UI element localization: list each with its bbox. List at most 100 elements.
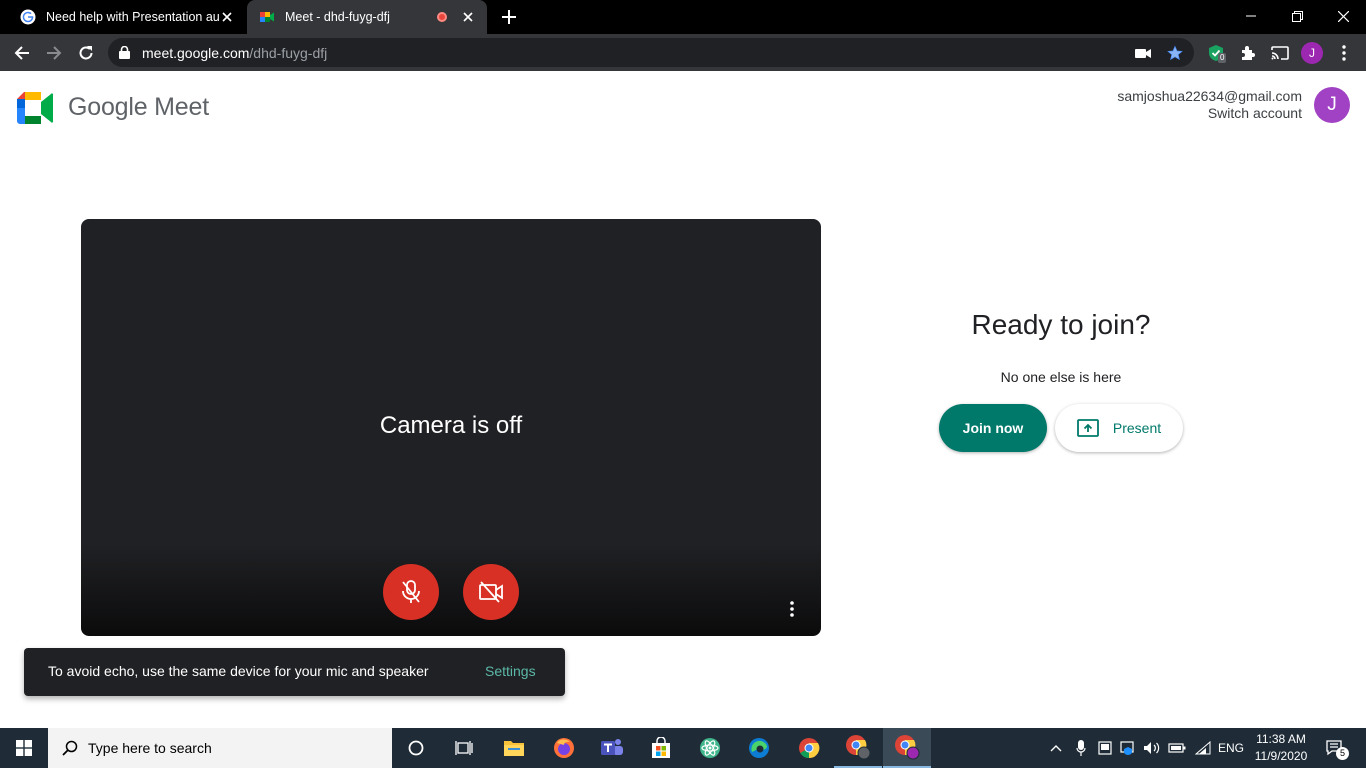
forward-button[interactable] (40, 39, 68, 67)
volume-icon[interactable] (1141, 728, 1163, 768)
tab-title: Need help with Presentation aud (46, 10, 220, 24)
battery-icon[interactable] (1166, 728, 1188, 768)
present-label: Present (1112, 420, 1162, 436)
minimize-icon (1246, 15, 1256, 17)
close-icon (1337, 10, 1349, 22)
bookmark-star-icon[interactable] (1166, 44, 1184, 62)
plus-icon (502, 10, 516, 24)
close-window-button[interactable] (1320, 0, 1366, 32)
chrome-profile-icon (895, 735, 920, 760)
taskbar-search-box[interactable]: Type here to search (48, 728, 392, 768)
teams-button[interactable] (588, 728, 636, 768)
task-view-icon (455, 741, 473, 755)
browser-profile-avatar[interactable]: J (1301, 42, 1323, 64)
cortana-circle-icon (408, 740, 424, 756)
cast-icon[interactable] (1269, 42, 1291, 64)
atom-app-button[interactable] (686, 728, 734, 768)
windows-logo-icon (16, 740, 32, 756)
input-language[interactable]: ENG (1214, 728, 1248, 768)
ready-to-join-heading: Ready to join? (971, 309, 1151, 340)
extension-badge: 0 (1218, 53, 1227, 63)
start-button[interactable] (0, 728, 48, 768)
show-hidden-icons-button[interactable] (1046, 728, 1066, 768)
chrome-active-profile-button[interactable] (883, 728, 931, 768)
camera-toggle-button[interactable] (463, 564, 519, 620)
wifi-icon[interactable] (1192, 728, 1214, 768)
participants-status: No one else is here (1000, 369, 1122, 385)
reload-button[interactable] (72, 39, 100, 67)
account-email: samjoshua22634@gmail.com (1117, 88, 1302, 104)
teams-icon (601, 739, 623, 755)
chrome-profile-button[interactable] (834, 728, 882, 768)
folder-icon (504, 741, 524, 756)
snackbar-message: To avoid echo, use the same device for y… (48, 663, 429, 679)
edge-button[interactable] (735, 728, 783, 768)
browser-toolbar: meet.google.com/dhd-fuyg-dfj 0 J (0, 34, 1366, 71)
account-avatar[interactable]: J (1314, 87, 1350, 123)
chrome-button[interactable] (785, 728, 833, 768)
camera-off-icon (479, 581, 503, 603)
address-bar[interactable]: meet.google.com/dhd-fuyg-dfj (108, 38, 1194, 67)
url-host: meet.google.com (142, 45, 250, 61)
present-button[interactable]: Present (1055, 404, 1183, 452)
extensions-puzzle-icon[interactable] (1237, 42, 1259, 64)
brand-title: Google Meet (68, 93, 209, 121)
reload-icon (79, 46, 93, 60)
chevron-up-icon (1050, 745, 1062, 752)
tab-meet[interactable]: Meet - dhd-fuyg-dfj (247, 0, 487, 34)
clock-date: 11/9/2020 (1254, 749, 1308, 763)
task-view-button[interactable] (440, 728, 488, 768)
windows-taskbar: Type here to search ENG 11:38 AM 11/9/20… (0, 728, 1366, 768)
microphone-toggle-button[interactable] (383, 564, 439, 620)
recording-indicator-icon (437, 12, 447, 22)
chrome-icon (799, 738, 820, 759)
close-tab-icon[interactable] (220, 10, 234, 24)
echo-warning-snackbar: To avoid echo, use the same device for y… (24, 648, 565, 696)
account-info: samjoshua22634@gmail.com Switch account (1117, 88, 1302, 122)
camera-in-use-icon[interactable] (1134, 44, 1152, 62)
join-now-button[interactable]: Join now (939, 404, 1047, 452)
restore-icon (1291, 10, 1303, 22)
notification-count: 5 (1336, 747, 1349, 760)
atom-icon (700, 738, 720, 758)
more-options-button[interactable] (784, 597, 800, 621)
chrome-profile-icon (846, 735, 871, 760)
system-clock[interactable]: 11:38 AM 11/9/2020 (1250, 731, 1312, 765)
store-button[interactable] (637, 728, 685, 768)
browser-tab-strip: Need help with Presentation aud Meet - d… (0, 0, 1366, 34)
tablet-tray-icon[interactable] (1094, 728, 1116, 768)
lock-icon (119, 46, 130, 59)
search-icon (62, 740, 78, 756)
store-bag-icon (652, 737, 670, 758)
restore-button[interactable] (1274, 0, 1320, 32)
file-explorer-button[interactable] (490, 728, 538, 768)
defender-tray-icon[interactable] (1117, 728, 1139, 768)
google-favicon-icon (20, 9, 36, 25)
firefox-button[interactable] (540, 728, 588, 768)
present-screen-icon (1076, 419, 1099, 437)
search-placeholder: Type here to search (88, 740, 212, 756)
meet-favicon-icon (260, 12, 274, 22)
microphone-tray-icon[interactable] (1070, 728, 1092, 768)
firefox-icon (554, 738, 574, 758)
camera-status-text: Camera is off (379, 412, 523, 439)
browser-menu-icon[interactable] (1333, 42, 1355, 64)
mic-off-icon (402, 580, 420, 603)
back-button[interactable] (8, 39, 36, 67)
clock-time: 11:38 AM (1256, 732, 1306, 746)
video-preview: Camera is off (81, 219, 821, 636)
cortana-button[interactable] (392, 728, 440, 768)
tab-presentation-help[interactable]: Need help with Presentation aud (8, 0, 246, 34)
tab-title: Meet - dhd-fuyg-dfj (285, 10, 390, 24)
url-text: meet.google.com/dhd-fuyg-dfj (142, 45, 327, 61)
google-meet-logo-icon (17, 92, 54, 124)
settings-button[interactable]: Settings (485, 663, 536, 679)
close-tab-icon[interactable] (461, 10, 475, 24)
minimize-button[interactable] (1228, 0, 1274, 32)
new-tab-button[interactable] (499, 7, 519, 27)
switch-account-link[interactable]: Switch account (1117, 105, 1302, 122)
action-center-button[interactable]: 5 (1318, 728, 1352, 768)
more-vert-icon (790, 601, 794, 617)
arrow-right-icon (47, 46, 62, 60)
extension-shield-icon[interactable]: 0 (1205, 42, 1227, 64)
